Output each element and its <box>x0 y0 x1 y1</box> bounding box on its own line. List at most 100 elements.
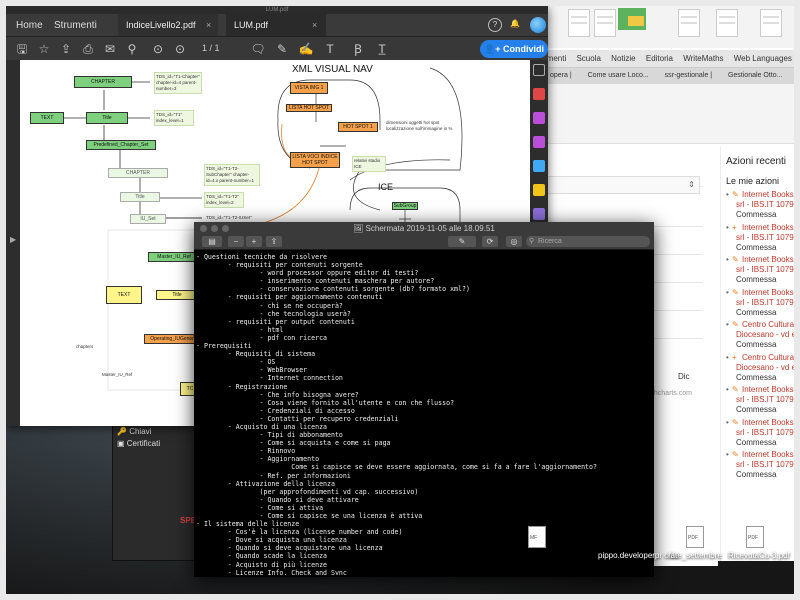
diagram-note: dimensioni oggetti hot spot localizzazio… <box>386 120 453 131</box>
activity-item[interactable]: •✎Internet Bookssrl - IBS.IT 1079781Comm… <box>726 288 794 318</box>
bookmark-item[interactable]: Web Languages <box>734 54 792 63</box>
activity-type: Commessa <box>736 242 777 252</box>
activity-item[interactable]: •✎Internet Bookssrl - IBS.IT 1079781Comm… <box>726 450 794 480</box>
page-up-icon[interactable]: ⊙ <box>150 41 166 57</box>
activity-subtitle[interactable]: srl - IBS.IT 1079781 <box>736 200 794 210</box>
activity-item[interactable]: •+Centro CulturalDiocesano - vd emCommes… <box>726 353 794 383</box>
file-icon-label: MF <box>530 535 538 541</box>
fill-sign-icon[interactable] <box>533 208 545 220</box>
diagram-title: ICE <box>378 182 394 192</box>
comment-icon[interactable]: 🗨 <box>250 41 266 57</box>
export-pdf-icon[interactable] <box>533 88 545 100</box>
sidebar-item-keys[interactable]: 🔑 Chiavi <box>117 427 151 436</box>
page-down-icon[interactable]: ⊙ <box>172 41 188 57</box>
bookmark-item[interactable]: Editoria <box>646 54 673 63</box>
edit-pdf-icon[interactable] <box>533 112 545 124</box>
page-thumbnail[interactable] <box>760 9 782 37</box>
desktop-file-icon[interactable]: PDF <box>686 526 704 548</box>
zoom-search-icon[interactable]: ⚲ <box>124 41 140 57</box>
activity-subtitle[interactable]: Diocesano - vd em <box>736 363 794 373</box>
zoom-out-icon[interactable]: − <box>228 236 244 247</box>
highlight-icon[interactable]: ✍ <box>298 41 314 57</box>
share-icon[interactable]: ⇪ <box>266 236 282 247</box>
doc-tab[interactable]: IndiceLivello2.pdf <box>118 14 218 36</box>
desktop-file-label[interactable]: rate_settembre <box>668 551 722 560</box>
activity-title[interactable]: Internet Books <box>736 255 794 265</box>
upload-icon[interactable]: ⇪ <box>58 41 74 57</box>
doc-tab-active[interactable]: LUM.pdf <box>226 14 326 36</box>
print-icon[interactable]: ⎙ <box>80 41 96 57</box>
person-plus-icon: 👤+ <box>484 44 503 54</box>
desktop-file-label[interactable]: RicevutaCu-3.pdf <box>728 551 790 560</box>
activity-subtitle[interactable]: srl - IBS.IT 1079781 <box>736 428 794 438</box>
activity-title[interactable]: Centro Cultural <box>736 353 794 363</box>
close-tab-icon[interactable]: × <box>312 20 317 30</box>
rotate-icon[interactable]: ⟳ <box>482 236 498 247</box>
search-input[interactable]: ⚲ Ricerca <box>526 236 650 247</box>
activity-title[interactable]: Internet Books <box>736 288 794 298</box>
activity-item[interactable]: •+Internet Bookssrl - IBS.IT 1079781Comm… <box>726 223 794 253</box>
desktop-file-icon[interactable]: PDF <box>746 526 764 548</box>
page-thumbnail[interactable] <box>568 9 590 37</box>
activity-item[interactable]: •✎Internet Bookssrl - IBS.IT 1079781Comm… <box>726 255 794 285</box>
avatar[interactable] <box>530 17 546 33</box>
activity-subtitle[interactable]: srl - IBS.IT 1079781 <box>736 298 794 308</box>
page-thumbnail[interactable] <box>594 9 616 37</box>
chart-credit[interactable]: ghcharts.com <box>650 390 692 397</box>
browser-tab[interactable]: Gestionale Otto... <box>728 72 782 79</box>
filter-select[interactable]: ⇕ <box>538 176 700 194</box>
pen-icon[interactable]: ✎ <box>274 41 290 57</box>
browser-tab[interactable]: Come usare Loco... <box>588 72 649 79</box>
bell-icon[interactable]: 🔔 <box>508 18 522 32</box>
page-thumbnail[interactable] <box>716 9 738 37</box>
email-icon[interactable]: ✉ <box>102 41 118 57</box>
markup-pen-icon[interactable]: ✎ <box>448 236 476 247</box>
browser-tab[interactable]: ssr-gestionale | <box>665 72 712 79</box>
activity-title[interactable]: Internet Books <box>736 223 794 233</box>
activity-subtitle[interactable]: srl - IBS.IT 1079781 <box>736 395 794 405</box>
text-icon[interactable]: T <box>322 41 338 57</box>
bookmark-item[interactable]: WriteMaths <box>683 54 723 63</box>
sidebar-item-certificates[interactable]: ▣ Certificati <box>117 439 160 448</box>
text-edit-icon[interactable]: T̲ <box>374 41 390 57</box>
diagram-box: LISTA VOCI INDICE HOT SPOT <box>290 152 340 168</box>
save-icon[interactable]: 🖫 <box>14 41 30 57</box>
activity-title[interactable]: Centro Cultural <box>736 320 794 330</box>
activity-subtitle[interactable]: srl - IBS.IT 1079781 <box>736 233 794 243</box>
activity-item[interactable]: •✎Internet Bookssrl - IBS.IT 1079781Comm… <box>726 385 794 415</box>
activity-item[interactable]: •✎Centro CulturalDiocesano - vd emCommes… <box>726 320 794 350</box>
page-thumbnail[interactable] <box>678 9 700 37</box>
activity-item[interactable]: •✎Internet Bookssrl - IBS.IT 1079781Comm… <box>726 190 794 220</box>
create-pdf-icon[interactable] <box>533 136 545 148</box>
bookmark-item[interactable]: Notizie <box>611 54 635 63</box>
desktop-file-icon[interactable]: MF <box>528 526 546 548</box>
share-button[interactable]: 👤+ Condividi <box>480 40 548 58</box>
star-icon[interactable]: ☆ <box>36 41 52 57</box>
activity-title[interactable]: Internet Books <box>736 450 794 460</box>
activity-title[interactable]: Internet Books <box>736 190 794 200</box>
sidebar-toggle-icon[interactable]: ▤ <box>202 236 222 247</box>
file-icon-label: PDF <box>748 535 758 541</box>
activity-subtitle[interactable]: srl - IBS.IT 1079781 <box>736 265 794 275</box>
text-style-icon[interactable]: Ꞵ <box>350 41 366 57</box>
markup-toolbar-icon[interactable]: ◎ <box>506 236 522 247</box>
activity-title[interactable]: Internet Books <box>736 385 794 395</box>
page-indicator[interactable]: 1 / 1 <box>202 43 220 53</box>
diagram-note: chapters <box>76 344 94 349</box>
activity-subtitle[interactable]: Diocesano - vd em <box>736 330 794 340</box>
close-tab-icon[interactable]: × <box>206 20 211 30</box>
activity-item[interactable]: •✎Internet Bookssrl - IBS.IT 1079781Comm… <box>726 418 794 448</box>
browser-tab[interactable]: opera | <box>550 72 572 79</box>
tab-home[interactable]: Home <box>16 20 43 31</box>
bookmark-item[interactable]: Scuola <box>576 54 600 63</box>
help-icon[interactable]: ? <box>488 18 502 32</box>
comment-tool-icon[interactable] <box>533 184 545 196</box>
activity-subtitle[interactable]: srl - IBS.IT 1079781 <box>736 460 794 470</box>
activity-title[interactable]: Internet Books <box>736 418 794 428</box>
left-panel-toggle[interactable]: ▶ <box>6 60 20 426</box>
zoom-icon[interactable] <box>533 64 545 76</box>
organize-icon[interactable] <box>533 160 545 172</box>
zoom-in-icon[interactable]: + <box>246 236 262 247</box>
tab-tools[interactable]: Strumenti <box>54 20 97 31</box>
diagram-box: TEXT <box>30 112 64 124</box>
